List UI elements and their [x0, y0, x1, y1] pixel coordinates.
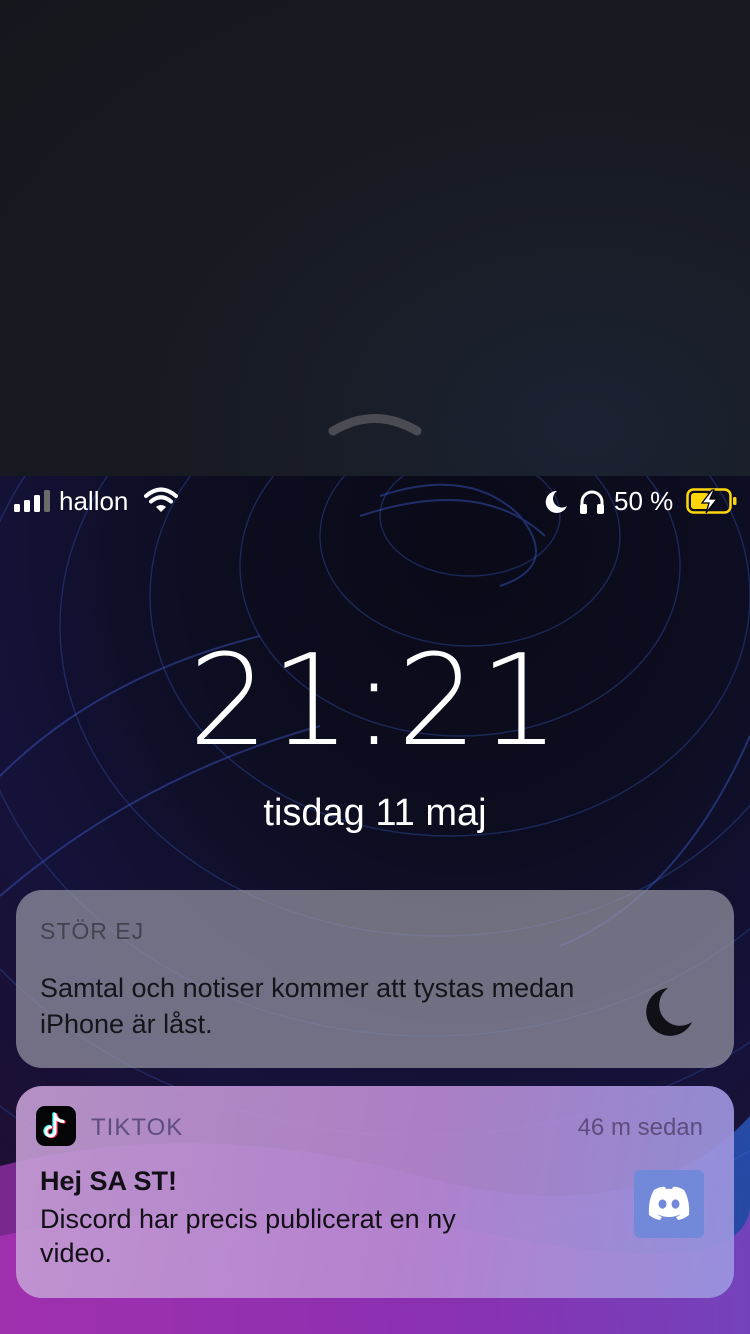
- lock-date: tisdag 11 maj: [263, 792, 487, 834]
- app-name: TIKTOK: [91, 1114, 184, 1141]
- wifi-icon: [144, 487, 178, 512]
- notification-time: 46 m sedan: [577, 1114, 703, 1141]
- notification-body: Discord har precis publicerat en ny vide…: [40, 1204, 456, 1268]
- lock-screen[interactable]: hallon 50 % 21:21 tisdag 11 maj STÖR EJ …: [0, 476, 750, 1334]
- battery-percentage: 50 %: [614, 486, 674, 516]
- moon-icon: [646, 988, 692, 1036]
- moon-icon: [545, 490, 567, 513]
- notification-title: STÖR EJ: [40, 918, 145, 944]
- notification-title: Hej SA ST!: [40, 1166, 178, 1196]
- tiktok-icon: [36, 1106, 76, 1146]
- discord-logo-icon: [634, 1170, 704, 1238]
- battery-charging-icon: [686, 488, 737, 514]
- pulled-down-pane: [0, 0, 750, 476]
- signal-icon: [14, 490, 50, 512]
- status-bar: hallon 50 %: [0, 476, 750, 526]
- headphones-icon: [580, 490, 604, 514]
- tiktok-notification[interactable]: TIKTOK 46 m sedan Hej SA ST! Discord har…: [16, 1086, 734, 1298]
- chevron-up-icon[interactable]: [328, 408, 422, 440]
- do-not-disturb-notification[interactable]: STÖR EJ Samtal och notiser kommer att ty…: [16, 890, 734, 1068]
- notification-body: Samtal och notiser kommer att tystas med…: [40, 973, 575, 1039]
- lock-clock: 21:21: [188, 627, 562, 774]
- carrier-name: hallon: [59, 486, 129, 516]
